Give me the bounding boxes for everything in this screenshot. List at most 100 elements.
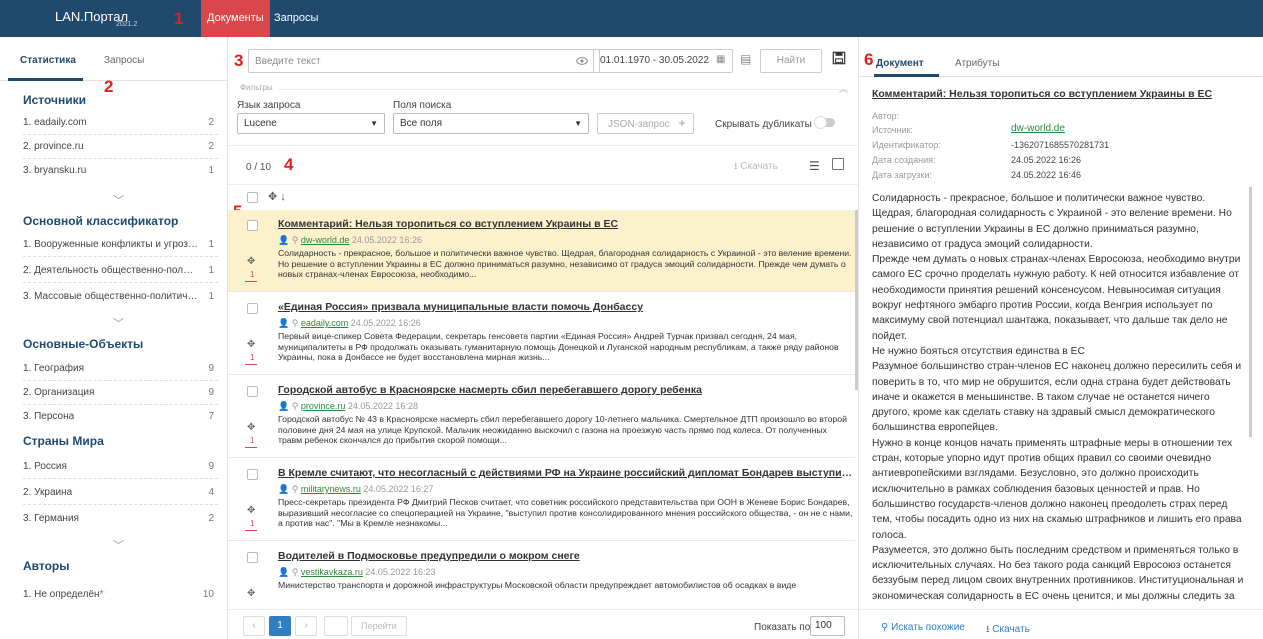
document-source[interactable]: dw-world.de [301,235,350,245]
json-query-button[interactable]: JSON-запрос + [597,113,694,134]
left-panel: Статистика Запросы 2 Источники 1. eadail… [0,37,228,639]
document-source[interactable]: eadaily.com [301,318,348,328]
body-paragraph: Нужно в конце концов начать применять шт… [872,437,1242,541]
document-title[interactable]: «Единая Россия» призвала муниципальные в… [278,301,853,313]
move-icon[interactable]: ✥ [247,588,255,599]
app-version: 2021.2 [116,21,138,28]
select-all-checkbox[interactable] [247,192,258,203]
save-icon[interactable] [832,51,846,65]
sidebar-item-classifier-2[interactable]: 2. Деятельность общественно-политичес...… [0,259,227,283]
row-checkbox[interactable] [247,303,258,314]
attr-source-label: Источник: [872,125,913,135]
download-button[interactable]: ⭳ Скачать [726,156,791,177]
tab-document[interactable]: Документ [876,58,924,69]
sidebar-item-source-2[interactable]: 2. province.ru 2 [0,135,227,159]
attr-source-link[interactable]: dw-world.de [1011,123,1065,134]
sidebar-item-classifier-3[interactable]: 3. Массовые общественно-политически... 1 [0,285,227,309]
calendar-icon[interactable]: ▦ [716,54,725,65]
document-title[interactable]: Водителей в Подмосковье предупредили о м… [278,550,853,562]
tab-documents[interactable]: Документы [201,0,270,37]
document-date: 24.05.2022 16:27 [363,484,434,494]
user-icon: 👤 [278,318,290,328]
sidebar-item-author-1[interactable]: 1. Не определён* 10 [0,583,227,607]
viewer-download-button[interactable]: ⭳ Скачать [986,622,1030,639]
tab-left-queries[interactable]: Запросы [104,55,144,66]
left-tabs: Статистика Запросы [0,37,227,81]
tab-attributes[interactable]: Атрибуты [955,58,999,69]
chevron-up-icon[interactable]: ︿ [839,82,848,95]
document-title[interactable]: В Кремле считают, что несогласный с дейс… [278,467,853,479]
sidebar-item-source-1[interactable]: 1. eadaily.com 2 [0,111,227,135]
item-label: 2. Украина [23,487,73,498]
row-checkbox[interactable] [247,386,258,397]
item-label: 2. Организация [23,387,95,398]
document-meta: 👤 ⚲ dw-world.de 24.05.2022 16:26 [278,235,422,246]
document-snippet: Солидарность - прекрасное, большое и пол… [278,248,852,279]
body-paragraph: Не нужно бояться отсутствия единства в Е… [872,345,1085,357]
move-icon[interactable]: ✥ [247,256,255,267]
sidebar-item-country-3[interactable]: 3. Германия 2 [0,507,227,531]
sidebar-item-country-2[interactable]: 2. Украина 4 [0,481,227,505]
group-title-authors: Авторы [23,559,70,573]
search-fields-select[interactable]: Все поля ▼ [393,113,589,134]
query-lang-select[interactable]: Lucene ▼ [237,113,385,134]
document-row[interactable]: «Единая Россия» призвала муниципальные в… [228,293,855,375]
date-range-picker[interactable]: 01.01.1970 - 30.05.2022 [593,49,733,73]
eye-icon[interactable] [576,55,588,67]
row-checkbox[interactable] [247,220,258,231]
document-row[interactable]: В Кремле считают, что несогласный с дейс… [228,459,855,541]
tab-queries[interactable]: Запросы [268,0,324,37]
sort-icon[interactable]: ✥ ↓ [268,190,286,203]
sidebar-item-country-1[interactable]: 1. Россия 9 [0,455,227,479]
required-star: * [99,589,104,600]
sidebar-item-object-2[interactable]: 2. Организация 9 [0,381,227,405]
attr-id-label: Идентификатор: [872,140,941,150]
sidebar-item-object-1[interactable]: 1. География 9 [0,357,227,381]
item-count: 2 [208,513,214,524]
body-paragraph: Разумеется, это должно быть последним ср… [872,544,1244,601]
find-similar-button[interactable]: ⚲ Искать похожие [881,622,965,633]
document-source[interactable]: militarynews.ru [301,484,361,494]
prev-page-button[interactable]: ‹ [243,616,265,636]
move-icon[interactable]: ✥ [247,505,255,516]
document-title[interactable]: Городской автобус в Красноярске насмерть… [278,384,853,396]
location-pin-icon: ⚲ [291,401,299,411]
document-date: 24.05.2022 16:23 [365,567,436,577]
location-pin-icon: ⚲ [291,235,299,245]
document-title[interactable]: Комментарий: Нельзя торопиться со вступл… [278,218,853,230]
find-button[interactable]: Найти [760,49,822,73]
card-view-icon[interactable] [832,158,844,170]
hide-duplicates-toggle[interactable] [814,116,835,129]
marker-3: 3 [234,51,244,70]
per-page-select[interactable]: 100 ▼ [810,616,845,636]
caret-down-icon: ▼ [370,119,378,128]
document-source[interactable]: province.ru [301,401,346,411]
chevron-down-icon[interactable]: ﹀ [113,315,124,331]
row-checkbox[interactable] [247,469,258,480]
attr-author-label: Автор: [872,111,900,121]
move-icon[interactable]: ✥ [247,339,255,350]
plus-icon: + [678,116,686,130]
sidebar-item-source-3[interactable]: 3. bryansku.ru 1 [0,159,227,183]
viewer-scrollbar[interactable] [1249,187,1252,437]
document-source[interactable]: vestikavkaza.ru [301,567,363,577]
goto-page-button[interactable]: Перейти [351,616,407,636]
document-row[interactable]: Городской автобус в Красноярске насмерть… [228,376,855,458]
next-page-button[interactable]: › [295,616,317,636]
chevron-down-icon[interactable]: ﹀ [113,192,124,208]
document-icon[interactable]: ▤ [740,52,751,66]
move-icon[interactable]: ✥ [247,422,255,433]
search-input[interactable] [248,49,600,73]
list-view-icon[interactable]: ☰ [809,159,820,173]
page-number-input[interactable] [324,616,348,636]
group-title-objects: Основные-Объекты [23,337,144,351]
chevron-down-icon[interactable]: ﹀ [113,537,124,553]
tab-statistics[interactable]: Статистика [20,55,76,66]
document-row[interactable]: Комментарий: Нельзя торопиться со вступл… [228,210,855,292]
page-button-1[interactable]: 1 [269,616,291,636]
sidebar-item-object-3[interactable]: 3. Персона 7 [0,405,227,429]
divider [23,282,218,283]
sidebar-item-classifier-1[interactable]: 1. Вооруженные конфликты и угрозы их ...… [0,233,227,257]
body-paragraph: Разумное большинство стран-членов ЕС нак… [872,361,1242,434]
row-checkbox[interactable] [247,552,258,563]
